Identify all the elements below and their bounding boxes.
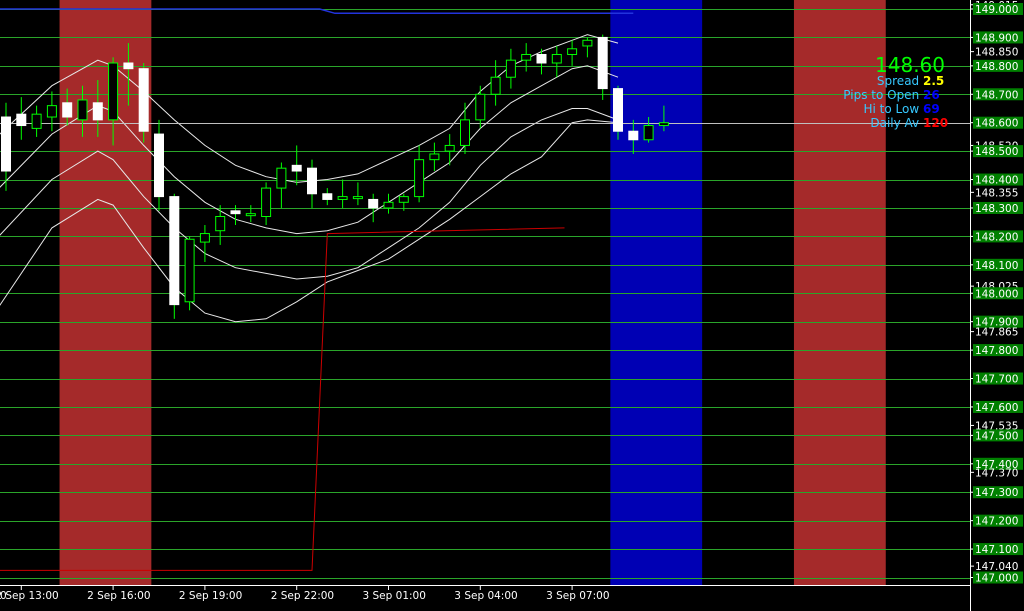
candle-body-42 — [643, 125, 654, 141]
candle-body-28 — [429, 153, 440, 161]
candle-body-36 — [551, 53, 562, 64]
candle-body-21 — [322, 193, 333, 200]
candle-body-38 — [582, 39, 593, 47]
y-tick-label-18: 147.800 — [975, 345, 1018, 357]
candle-body-0 — [1, 116, 11, 172]
y-tick-label-26: 147.200 — [975, 516, 1018, 528]
candle-body-8 — [123, 62, 134, 70]
x-tick-label-7: 3 Sep 07:00 — [546, 590, 609, 602]
price-axis: 149.015149.000148.900148.850148.800148.7… — [970, 0, 1024, 611]
candle-body-9 — [138, 68, 149, 132]
candle-body-6 — [92, 102, 103, 121]
y-tick-label-27: 147.100 — [975, 544, 1018, 556]
candle-body-14 — [215, 216, 226, 232]
candle-body-11 — [169, 196, 180, 306]
candle-body-20 — [307, 167, 317, 195]
y-tick-label-6: 148.600 — [975, 118, 1018, 130]
session-band-1 — [610, 0, 703, 585]
candle-body-5 — [77, 99, 88, 121]
y-tick-label-15: 148.000 — [975, 288, 1018, 300]
y-tick-label-3: 148.850 — [975, 47, 1018, 59]
current-price-label: 148.60 — [875, 53, 945, 77]
y-tick-label-2: 148.900 — [975, 32, 1018, 44]
time-axis: 02 Sep 13:00 2 Sep 16:00 2 Sep 19:00 2 Sep … — [0, 585, 970, 611]
candle-body-35 — [536, 53, 547, 64]
daily-av-label: Daily Av — [870, 116, 920, 130]
y-tick-label-20: 147.600 — [975, 402, 1018, 414]
candle-body-2 — [31, 113, 42, 129]
y-tick-label-12: 148.200 — [975, 231, 1018, 243]
x-tick-label-3: 2 Sep 19:00 — [179, 590, 242, 602]
candle-body-34 — [521, 53, 532, 61]
spread-label: Spread — [876, 74, 920, 88]
y-tick-label-24: 147.370 — [975, 467, 1018, 479]
hi-to-low-label: Hi to Low — [863, 102, 920, 116]
candle-body-32 — [490, 76, 501, 95]
candle-body-40 — [613, 88, 623, 132]
session-band-0 — [59, 0, 152, 585]
y-tick-label-17: 147.865 — [975, 327, 1018, 339]
y-tick-label-11: 148.300 — [975, 203, 1018, 215]
candle-body-16 — [245, 213, 256, 217]
candle-body-22 — [337, 196, 348, 200]
pips-to-open-value: 26 — [923, 88, 940, 102]
candle-body-18 — [276, 167, 287, 189]
info-panel: 148.60 Spread 2.5 Pips to Open 26 Hi to … — [843, 53, 949, 130]
y-tick-label-28: 147.040 — [975, 561, 1018, 573]
y-tick-label-22: 147.500 — [975, 430, 1018, 442]
daily-av-value: 120 — [923, 116, 949, 130]
y-tick-label-5: 148.700 — [975, 89, 1018, 101]
candle-body-10 — [154, 133, 164, 198]
candle-body-31 — [475, 93, 486, 121]
y-tick-label-19: 147.700 — [975, 374, 1018, 386]
x-tick-label-5: 3 Sep 01:00 — [363, 590, 426, 602]
candle-body-7 — [108, 62, 119, 121]
y-tick-label-1: 149.000 — [975, 4, 1018, 16]
candle-body-23 — [352, 196, 363, 200]
candle-body-39 — [597, 36, 608, 90]
x-tick-label-1: 2 Sep 13:00 — [0, 590, 59, 602]
y-tick-label-13: 148.100 — [975, 260, 1018, 272]
x-tick-label-2: 2 Sep 16:00 — [87, 590, 150, 602]
candle-body-41 — [628, 130, 639, 141]
y-tick-label-9: 148.400 — [975, 175, 1018, 187]
candle-body-30 — [460, 119, 470, 146]
daily-av-row: Daily Av 120 — [843, 116, 949, 130]
candle-body-33 — [505, 59, 516, 78]
candle-body-24 — [368, 198, 379, 209]
candle-body-25 — [383, 201, 394, 209]
x-tick-label-6: 3 Sep 04:00 — [454, 590, 517, 602]
x-tick-label-4: 2 Sep 22:00 — [271, 590, 334, 602]
candle-body-37 — [567, 48, 578, 55]
candle-body-19 — [291, 164, 302, 172]
candle-body-4 — [62, 102, 73, 118]
hi-to-low-value: 69 — [923, 102, 940, 116]
candle-body-1 — [16, 113, 27, 127]
candle-body-3 — [46, 105, 57, 118]
spread-row: Spread 2.5 — [843, 74, 945, 88]
candle-body-43 — [658, 122, 669, 127]
hi-to-low-row: Hi to Low 69 — [843, 102, 945, 116]
pips-to-open-label: Pips to Open — [843, 88, 920, 102]
y-tick-label-8: 148.500 — [975, 146, 1018, 158]
y-tick-label-25: 147.300 — [975, 487, 1018, 499]
spread-value: 2.5 — [923, 74, 945, 88]
candle-body-13 — [199, 233, 210, 243]
candle-body-26 — [398, 196, 409, 203]
y-tick-label-10: 148.355 — [975, 187, 1018, 199]
y-tick-label-29: 147.000 — [975, 573, 1018, 585]
candle-body-29 — [444, 144, 455, 152]
y-tick-label-4: 148.800 — [975, 61, 1018, 73]
candle-body-17 — [261, 187, 272, 218]
candle-body-15 — [230, 210, 241, 215]
pips-to-open-row: Pips to Open 26 — [843, 88, 945, 102]
candle-body-12 — [184, 238, 195, 303]
candle-body-27 — [414, 159, 425, 198]
